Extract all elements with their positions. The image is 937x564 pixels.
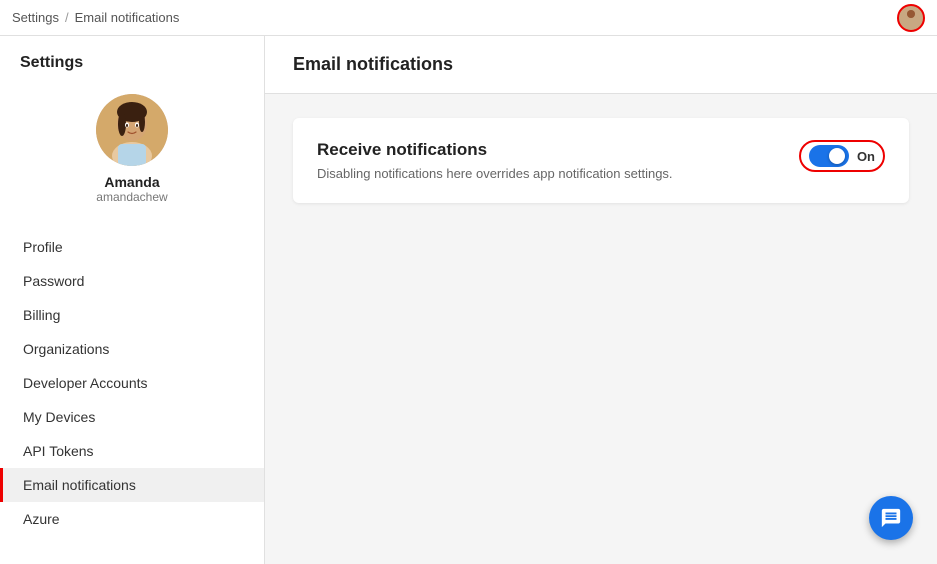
notification-description: Disabling notifications here overrides a… (317, 166, 673, 181)
sidebar-item-my-devices[interactable]: My Devices (0, 400, 264, 434)
toggle-switch[interactable] (809, 145, 849, 167)
sidebar-title: Settings (0, 36, 264, 84)
toggle-track[interactable] (809, 145, 849, 167)
toggle-area[interactable]: On (799, 140, 885, 172)
notification-text: Receive notifications Disabling notifica… (317, 140, 673, 181)
sidebar-item-azure[interactable]: Azure (0, 502, 264, 536)
main-header: Email notifications (265, 36, 937, 94)
sidebar-item-developer-accounts[interactable]: Developer Accounts (0, 366, 264, 400)
notification-card: Receive notifications Disabling notifica… (293, 118, 909, 203)
user-section: Amanda amandachew (0, 84, 264, 222)
breadcrumb-separator: / (65, 10, 69, 25)
user-handle: amandachew (96, 190, 167, 204)
app-layout: Settings (0, 36, 937, 564)
breadcrumb-current: Email notifications (75, 10, 180, 25)
sidebar-item-password[interactable]: Password (0, 264, 264, 298)
notification-title: Receive notifications (317, 140, 673, 160)
chat-button[interactable] (869, 496, 913, 540)
breadcrumb-root[interactable]: Settings (12, 10, 59, 25)
sidebar: Settings (0, 36, 265, 564)
topbar-avatar[interactable] (897, 4, 925, 32)
nav-menu: ProfilePasswordBillingOrganizationsDevel… (0, 222, 264, 564)
sidebar-item-profile[interactable]: Profile (0, 230, 264, 264)
main-header-title: Email notifications (293, 54, 909, 75)
breadcrumb: Settings / Email notifications (12, 10, 179, 25)
sidebar-item-billing[interactable]: Billing (0, 298, 264, 332)
main-content: Email notifications Receive notification… (265, 36, 937, 564)
avatar (96, 94, 168, 166)
main-body: Receive notifications Disabling notifica… (265, 94, 937, 227)
toggle-knob (829, 148, 845, 164)
toggle-label: On (857, 149, 875, 164)
sidebar-item-api-tokens[interactable]: API Tokens (0, 434, 264, 468)
user-name: Amanda (104, 174, 159, 190)
topbar: Settings / Email notifications (0, 0, 937, 36)
sidebar-item-organizations[interactable]: Organizations (0, 332, 264, 366)
sidebar-item-email-notifications[interactable]: Email notifications (0, 468, 264, 502)
